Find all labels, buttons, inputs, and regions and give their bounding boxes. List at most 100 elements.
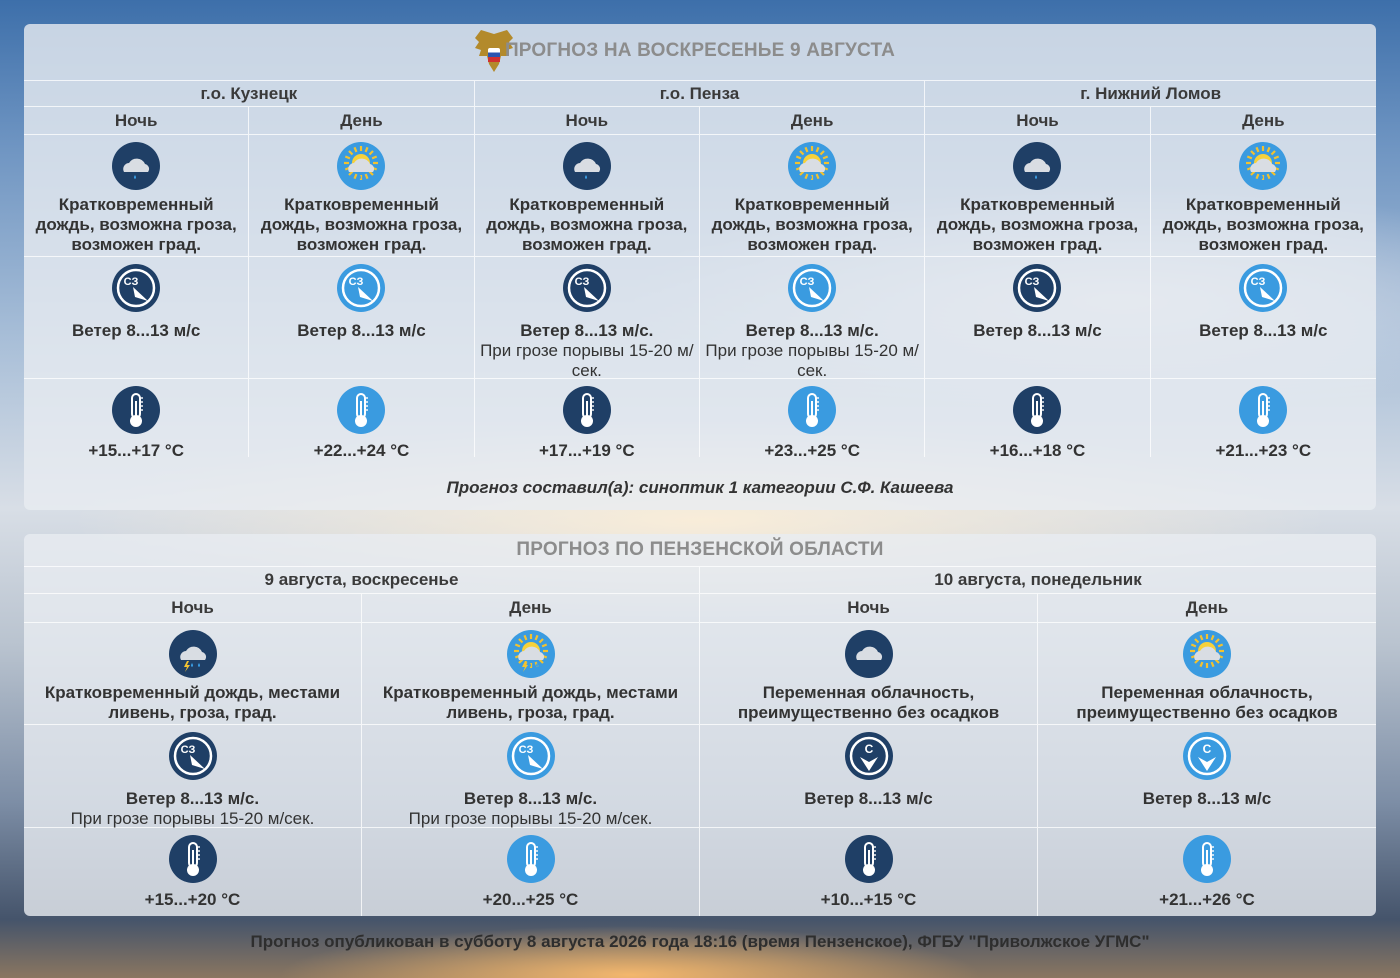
temperature-cell: +10...+15 °C [700,828,1038,916]
temperature-cell: +23...+25 °C [700,379,926,460]
panel-title: ПРОГНОЗ ПО ПЕНЗЕНСКОЙ ОБЛАСТИ [516,539,884,560]
location-header: 9 августа, воскресенье [24,566,700,594]
sun-cloud-icon [1183,630,1231,678]
thermometer-icon [112,386,161,434]
sun-cloud-rain-icon [337,142,386,190]
weather-description: Кратковременный дождь, возможна гроза, в… [260,195,463,254]
publication-info: Прогноз опубликован в субботу 8 августа … [250,932,1150,951]
thermometer-icon [788,386,837,434]
weather-cell: Переменная облачность, преимущественно б… [1038,623,1376,725]
svg-text:СЗ: СЗ [180,744,195,756]
thermometer-icon [337,386,386,434]
svg-text:СЗ: СЗ [518,744,533,756]
weather-description: Кратковременный дождь, возможна гроза, в… [1162,195,1364,254]
wind-gust: При грозе порывы 15-20 м/сек. [705,341,919,380]
temperature-value: +21...+23 °C [1215,441,1312,460]
temperature-cell: +20...+25 °C [362,828,700,916]
temperature-value: +20...+25 °C [482,890,579,909]
wind-cell: СЗ Ветер 8...13 м/с. При грозе порывы 15-2… [24,725,362,828]
thermometer-icon [562,386,611,434]
wind-direction-icon: СЗ [1013,264,1062,312]
region-forecast-panel: ПРОГНОЗ ПО ПЕНЗЕНСКОЙ ОБЛАСТИ 9 августа,… [24,534,1376,916]
weather-description: Кратковременный дождь, возможна гроза, в… [936,195,1139,254]
period-header: День [1038,594,1376,623]
weather-cell: Кратковременный дождь, местами ливень, г… [24,623,362,725]
weather-description: Кратковременный дождь, возможна гроза, в… [486,195,688,254]
thermometer-icon [506,835,555,883]
location-header: 10 августа, понедельник [700,566,1376,594]
period-header: День [362,594,700,623]
weather-description: Кратковременный дождь, возможна гроза, в… [35,195,237,254]
temperature-cell: +22...+24 °C [249,379,475,460]
wind-cell: СЗ Ветер 8...13 м/с. При грозе порывы 15-2… [474,257,700,380]
temperature-value: +22...+24 °C [313,441,410,460]
temperature-cell: +21...+26 °C [1038,828,1376,916]
weather-cell: Кратковременный дождь, возможна гроза, в… [474,135,700,257]
svg-text:С: С [1203,742,1212,756]
temperature-cell: +15...+20 °C [24,828,362,916]
weather-description: Переменная облачность, преимущественно б… [737,683,1000,722]
wind-direction-icon: С [844,732,893,780]
svg-text:СЗ: СЗ [124,276,139,288]
wind-cell: СЗ Ветер 8...13 м/с. При грозе порывы 15-2… [362,725,700,828]
weather-description: Кратковременный дождь, местами ливень, г… [44,683,341,722]
sun-cloud-thunder-rain-icon [506,630,555,678]
svg-text:СЗ: СЗ [800,276,815,288]
svg-text:СЗ: СЗ [574,276,589,288]
weather-cell: Кратковременный дождь, возможна гроза, в… [249,135,475,257]
period-header: Ночь [24,107,250,135]
weather-cell: Переменная облачность, преимущественно б… [700,623,1038,725]
period-header: Ночь [700,594,1038,623]
svg-text:СЗ: СЗ [349,276,364,288]
wind-direction-icon: СЗ [337,264,386,312]
thermometer-icon [1183,835,1231,883]
location-header: г.о. Кузнецк [24,80,475,107]
wind-cell: С Ветер 8...13 м/с [700,725,1038,828]
weather-cell: Кратковременный дождь, возможна гроза, в… [1150,135,1376,257]
thermometer-icon [1013,386,1062,434]
wind-speed: Ветер 8...13 м/с [1199,321,1328,340]
wind-cell: СЗ Ветер 8...13 м/с [1150,257,1376,379]
wind-cell: СЗ Ветер 8...13 м/с [925,257,1151,379]
period-header: День [699,107,926,135]
wind-speed: Ветер 8...13 м/с. [125,789,260,808]
weather-cell: Кратковременный дождь, возможна гроза, в… [699,135,926,257]
period-header: День [1150,107,1376,135]
thermometer-icon [168,835,217,883]
wind-cell: СЗ Ветер 8...13 м/с [249,257,475,379]
wind-speed: Ветер 8...13 м/с. [463,789,598,808]
temperature-cell: +17...+19 °C [475,379,700,460]
svg-text:СЗ: СЗ [1025,276,1040,288]
temperature-value: +16...+18 °C [989,441,1086,460]
temperature-value: +10...+15 °C [820,890,917,909]
wind-speed: Ветер 8...13 м/с [297,321,426,340]
location-header: г.о. Пенза [474,80,926,107]
wind-direction-icon: СЗ [1239,264,1288,312]
thermometer-icon [1239,386,1288,434]
wind-direction-icon: СЗ [788,264,837,312]
temperature-cell: +15...+17 °C [24,379,250,460]
wind-direction-icon: СЗ [562,264,611,312]
wind-speed: Ветер 8...13 м/с. [520,321,654,340]
period-header: Ночь [24,594,362,623]
weather-description: Переменная облачность, преимущественно б… [1076,683,1338,722]
night-cloud-rain-icon [1013,142,1062,190]
wind-cell: СЗ Ветер 8...13 м/с [24,257,250,379]
wind-cell: СЗ Ветер 8...13 м/с. При грозе порывы 15-2… [699,257,926,380]
temperature-cell: +21...+23 °C [1151,379,1376,460]
wind-cell: С Ветер 8...13 м/с [1038,725,1376,828]
city-forecast-table: г.о. Кузнецк г.о. Пенза г. Нижний Ломов Ноч… [24,80,1376,460]
thermometer-icon [844,835,893,883]
wind-direction-icon: С [1183,732,1231,780]
temperature-value: +21...+26 °C [1159,890,1255,909]
panel-title: ПРОГНОЗ НА ВОСКРЕСЕНЬЕ 9 АВГУСТА [504,40,896,61]
temperature-value: +15...+17 °C [88,441,184,460]
temperature-value: +17...+19 °C [538,441,635,460]
location-header: г. Нижний Ломов [925,80,1376,107]
wind-gust: При грозе порывы 15-20 м/сек. [70,809,315,828]
svg-text:СЗ: СЗ [1251,276,1266,288]
wind-speed: Ветер 8...13 м/с [71,321,201,340]
svg-text:С: С [864,742,873,756]
night-cloud-thunder-rain-icon [168,630,217,678]
temperature-value: +15...+20 °C [144,890,241,909]
